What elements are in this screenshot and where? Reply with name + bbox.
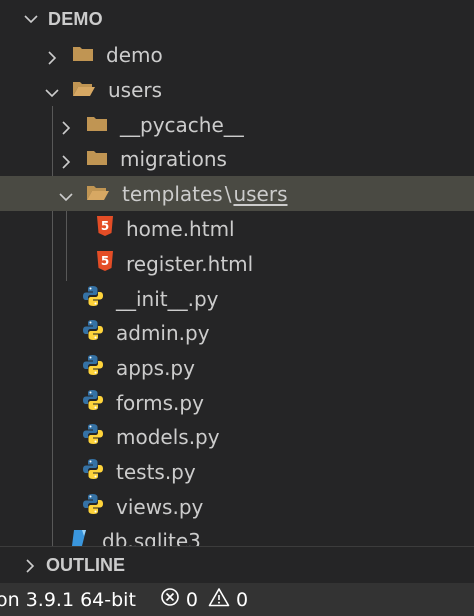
problems-status[interactable]: 0 0 (160, 587, 258, 612)
chevron-down-icon (22, 10, 40, 28)
folder-open-icon (72, 78, 96, 102)
path-separator: \ (224, 181, 232, 206)
tree-item-label: admin.py (116, 320, 210, 345)
tree-item-templates-users-folder[interactable]: templates \ users (0, 176, 474, 211)
compact-folder-segment-users[interactable]: users (233, 182, 287, 206)
tree-item-pycache-folder[interactable]: __pycache__ (0, 107, 474, 142)
svg-text:5: 5 (101, 219, 109, 233)
tree-item-register-html[interactable]: 5 register.html (0, 246, 474, 281)
tree-item-db-sqlite3[interactable]: db.sqlite3 (0, 523, 474, 546)
tree-item-admin-py[interactable]: admin.py (0, 315, 474, 350)
chevron-right-icon (58, 117, 74, 135)
tree-item-label: __pycache__ (120, 112, 244, 137)
svg-text:5: 5 (101, 254, 109, 268)
outline-title: OUTLINE (46, 555, 125, 575)
tree-item-apps-py[interactable]: apps.py (0, 350, 474, 385)
workspace-section-header[interactable]: DEMO (0, 0, 474, 38)
folder-icon (86, 147, 108, 171)
tree-item-tests-py[interactable]: tests.py (0, 454, 474, 489)
tree-item-label: apps.py (116, 355, 195, 380)
tree-item-init-py[interactable]: __init__.py (0, 281, 474, 316)
python-icon (82, 458, 104, 485)
python-icon (82, 423, 104, 450)
database-icon (70, 528, 90, 546)
chevron-down-icon (58, 186, 74, 202)
tree-item-label: migrations (120, 146, 227, 171)
tree-item-label: __init__.py (116, 286, 219, 311)
explorer-panel: DEMO demo users __pycache__ migrations t… (0, 0, 474, 546)
chevron-right-icon (44, 47, 60, 65)
folder-open-icon (86, 182, 110, 206)
python-icon (82, 319, 104, 346)
tree-item-views-py[interactable]: views.py (0, 489, 474, 524)
tree-item-forms-py[interactable]: forms.py (0, 385, 474, 420)
tree-item-home-html[interactable]: 5 home.html (0, 211, 474, 246)
tree-item-migrations-folder[interactable]: migrations (0, 141, 474, 176)
warning-icon (208, 587, 230, 612)
python-icon (82, 389, 104, 416)
workspace-title: DEMO (48, 8, 103, 29)
tree-item-label: users (108, 77, 163, 102)
python-icon (82, 493, 104, 520)
chevron-down-icon (44, 82, 60, 98)
tree-item-label: forms.py (116, 390, 204, 415)
tree-item-label: views.py (116, 494, 204, 519)
error-icon (160, 587, 180, 612)
tree-item-models-py[interactable]: models.py (0, 419, 474, 454)
tree-item-label: tests.py (116, 459, 196, 484)
tree-item-demo-folder[interactable]: demo (0, 37, 474, 72)
outline-section-header[interactable]: OUTLINE (0, 546, 474, 584)
warning-count: 0 (236, 588, 249, 611)
error-count: 0 (185, 588, 199, 611)
chevron-right-icon (58, 151, 74, 169)
tree-item-label: register.html (126, 251, 254, 276)
python-icon (82, 285, 104, 312)
folder-icon (86, 113, 108, 137)
html5-icon: 5 (96, 216, 114, 241)
tree-item-label[interactable]: templates (122, 182, 223, 206)
status-bar: on 3.9.1 64-bit 0 0 (0, 583, 474, 616)
tree-item-users-folder[interactable]: users (0, 72, 474, 107)
chevron-right-icon (22, 558, 38, 574)
python-icon (82, 354, 104, 381)
tree-item-label: demo (106, 42, 163, 67)
tree-item-label: db.sqlite3 (102, 528, 201, 547)
tree-item-label: home.html (126, 216, 235, 241)
python-interpreter-status[interactable]: on 3.9.1 64-bit (0, 589, 136, 611)
folder-icon (72, 43, 94, 67)
tree-item-label: models.py (116, 424, 220, 449)
html5-icon: 5 (96, 251, 114, 276)
